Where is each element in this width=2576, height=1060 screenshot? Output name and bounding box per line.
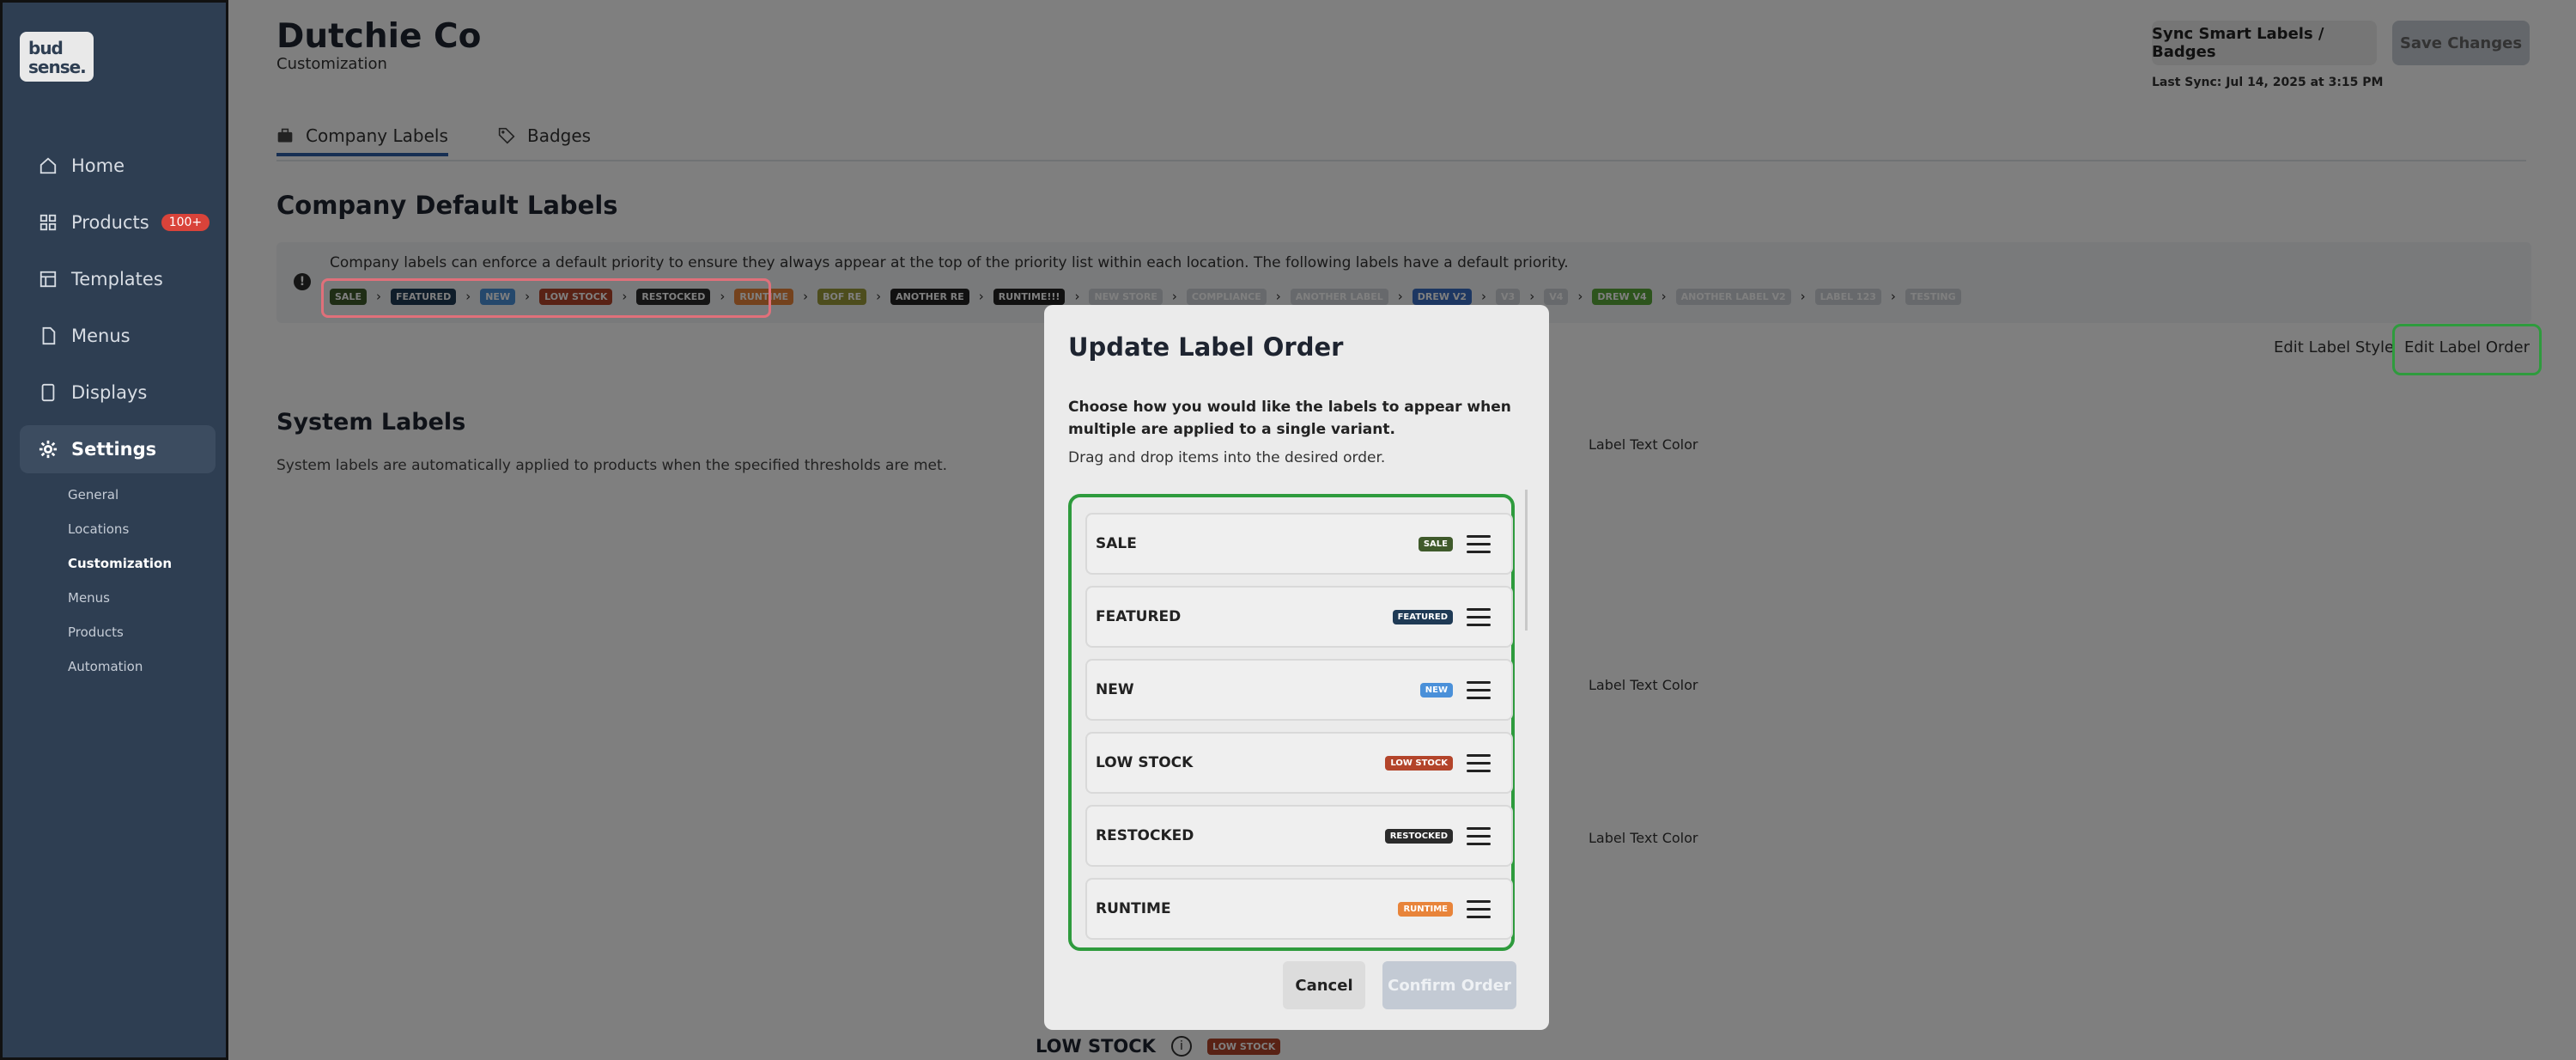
nav-label-settings: Settings xyxy=(71,439,157,460)
display-icon xyxy=(41,383,55,402)
document-icon xyxy=(42,326,56,345)
nav-label-menus: Menus xyxy=(71,326,131,346)
settings-sub-automation[interactable]: Automation xyxy=(68,659,143,674)
confirm-order-button[interactable]: Confirm Order xyxy=(1382,961,1516,1009)
grid-icon xyxy=(39,214,57,231)
label-preview-chip: FEATURED xyxy=(1392,609,1453,624)
nav-label-home: Home xyxy=(71,155,125,176)
label-name: SALE xyxy=(1096,535,1137,552)
settings-sub-products[interactable]: Products xyxy=(68,624,124,640)
label-order-row[interactable]: RUNTIME RUNTIME xyxy=(1085,878,1513,940)
nav-item-displays[interactable]: Displays xyxy=(20,369,216,417)
label-order-row[interactable]: SALE SALE xyxy=(1085,513,1513,575)
modal-description: Choose how you would like the labels to … xyxy=(1068,399,1511,438)
label-name: FEATURED xyxy=(1096,608,1182,625)
label-order-row[interactable]: RESTOCKED RESTOCKED xyxy=(1085,805,1513,867)
label-name: RESTOCKED xyxy=(1096,827,1194,844)
drag-handle-icon[interactable] xyxy=(1467,607,1491,626)
drag-handle-icon[interactable] xyxy=(1467,680,1491,699)
settings-sub-general[interactable]: General xyxy=(68,487,118,503)
settings-sub-customization[interactable]: Customization xyxy=(68,556,172,571)
update-label-order-modal: Update Label Order Choose how you would … xyxy=(1044,305,1549,1030)
label-preview-chip: LOW STOCK xyxy=(1385,755,1453,771)
label-preview-chip: RESTOCKED xyxy=(1384,828,1453,844)
nav-item-settings[interactable]: Settings xyxy=(20,425,216,473)
edit-label-order-highlight xyxy=(2392,324,2542,375)
drag-handle-icon[interactable] xyxy=(1467,534,1491,553)
sidebar: bud sense. Home Products 100+ Templates … xyxy=(0,0,228,1060)
chain-highlight-box xyxy=(321,278,771,318)
template-icon xyxy=(39,271,57,288)
nav-item-products[interactable]: Products 100+ xyxy=(20,198,216,247)
logo-line-2: sense. xyxy=(28,57,87,77)
nav-label-templates: Templates xyxy=(71,269,163,289)
products-count-badge: 100+ xyxy=(161,214,210,231)
label-order-list: SALE SALE FEATURED FEATURED NEW NEW LOW STOCK L… xyxy=(1068,494,1515,951)
label-name: NEW xyxy=(1096,681,1134,698)
nav-item-templates[interactable]: Templates xyxy=(20,255,216,303)
label-preview-chip: RUNTIME xyxy=(1398,901,1453,917)
logo-line-1: bud xyxy=(28,38,64,58)
label-name: LOW STOCK xyxy=(1096,754,1194,771)
label-order-row[interactable]: FEATURED FEATURED xyxy=(1085,586,1513,648)
label-order-row[interactable]: NEW NEW xyxy=(1085,659,1513,721)
list-scrollbar[interactable] xyxy=(1525,490,1528,631)
cancel-button[interactable]: Cancel xyxy=(1283,961,1365,1009)
drag-handle-icon[interactable] xyxy=(1467,753,1491,772)
nav-item-home[interactable]: Home xyxy=(20,142,216,190)
nav-label-products: Products xyxy=(71,212,149,233)
nav-label-displays: Displays xyxy=(71,382,148,403)
modal-title: Update Label Order xyxy=(1068,332,1344,362)
settings-sub-locations[interactable]: Locations xyxy=(68,521,129,537)
home-icon xyxy=(39,157,57,174)
label-order-row[interactable]: LOW STOCK LOW STOCK xyxy=(1085,732,1513,794)
modal-subtext: Drag and drop items into the desired ord… xyxy=(1068,449,1386,466)
label-preview-chip: SALE xyxy=(1418,536,1453,551)
nav-item-menus[interactable]: Menus xyxy=(20,312,216,360)
gear-icon xyxy=(39,440,58,459)
label-name: RUNTIME xyxy=(1096,900,1171,917)
drag-handle-icon[interactable] xyxy=(1467,899,1491,918)
settings-sub-menus[interactable]: Menus xyxy=(68,590,110,606)
label-preview-chip: NEW xyxy=(1419,682,1453,698)
budsense-logo[interactable]: bud sense. xyxy=(20,32,94,82)
drag-handle-icon[interactable] xyxy=(1467,826,1491,845)
